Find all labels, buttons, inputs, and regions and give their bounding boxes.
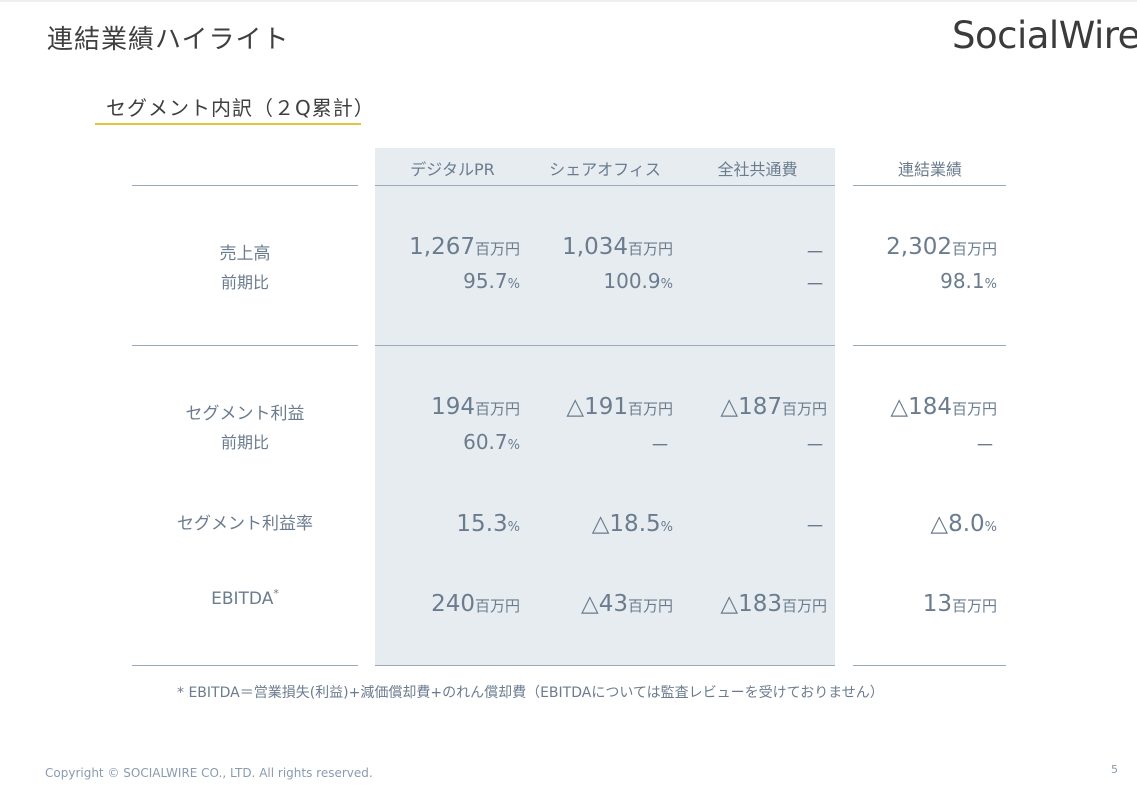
row-label-ebitda: EBITDA*: [132, 587, 358, 609]
sales-yoy-corporate: －: [805, 272, 825, 296]
ebitda-share-office: △43百万円: [581, 591, 673, 617]
page-title: 連結業績ハイライト: [47, 25, 290, 55]
row-label-segment-margin: セグメント利益率: [177, 514, 313, 534]
row-label-segment-profit: セグメント利益: [185, 404, 305, 424]
table-rule-header-left: [132, 185, 358, 186]
profit-yoy-consolidated: －: [975, 433, 995, 457]
top-border: [0, 0, 1137, 2]
table-rule-bottom-left: [132, 665, 358, 666]
table-rule-sales-right: [853, 345, 1006, 346]
row-label-sales: 売上高: [219, 244, 271, 264]
sales-share-office: 1,034百万円: [562, 234, 673, 260]
sales-corporate: －: [805, 240, 825, 264]
sales-digital-pr: 1,267百万円: [409, 234, 520, 260]
profit-share-office: △191百万円: [566, 394, 673, 420]
table-rule-bottom-mid: [375, 665, 835, 666]
table-rule-sales-mid: [375, 345, 835, 346]
table-rule-header-right: [853, 185, 1006, 186]
company-logo: SocialWire: [952, 14, 1137, 57]
column-header-corporate: 全社共通費: [717, 160, 798, 179]
profit-consolidated: △184百万円: [890, 394, 997, 420]
profit-yoy-share-office: －: [650, 433, 670, 457]
margin-consolidated: △8.0%: [930, 511, 997, 537]
margin-digital-pr: 15.3%: [456, 511, 520, 537]
ebitda-consolidated: 13百万円: [922, 591, 997, 617]
sales-yoy-share-office: 100.9%: [603, 269, 673, 293]
column-header-digital-pr: デジタルPR: [410, 160, 495, 179]
column-header-consolidated: 連結業績: [897, 160, 962, 179]
profit-corporate: △187百万円: [720, 394, 827, 420]
sales-yoy-consolidated: 98.1%: [940, 269, 997, 293]
row-label-sales-yoy: 前期比: [220, 273, 269, 292]
ebitda-footnote-mark: *: [273, 587, 279, 600]
subtitle-underline: [95, 123, 361, 125]
section-subtitle: セグメント内訳（２Q累計）: [106, 96, 375, 120]
profit-yoy-corporate: －: [805, 433, 825, 457]
ebitda-corporate: △183百万円: [720, 591, 827, 617]
page-number: 5: [1111, 763, 1118, 776]
margin-corporate: －: [805, 514, 825, 538]
profit-digital-pr: 194百万円: [431, 394, 520, 420]
copyright: Copyright © SOCIALWIRE CO., LTD. All rig…: [45, 766, 373, 780]
table-rule-bottom-right: [853, 665, 1006, 666]
sales-consolidated: 2,302百万円: [886, 234, 997, 260]
row-label-profit-yoy: 前期比: [220, 433, 269, 452]
column-header-share-office: シェアオフィス: [549, 160, 661, 179]
margin-share-office: △18.5%: [591, 511, 673, 537]
table-rule-sales-left: [132, 345, 358, 346]
ebitda-digital-pr: 240百万円: [431, 591, 520, 617]
ebitda-label-text: EBITDA: [211, 589, 274, 609]
ebitda-footnote: * EBITDA＝営業損失(利益)+減価償却費+のれん償却費（EBITDAについ…: [177, 685, 884, 701]
sales-yoy-digital-pr: 95.7%: [463, 269, 520, 293]
table-rule-header-mid: [375, 185, 835, 186]
profit-yoy-digital-pr: 60.7%: [463, 430, 520, 454]
